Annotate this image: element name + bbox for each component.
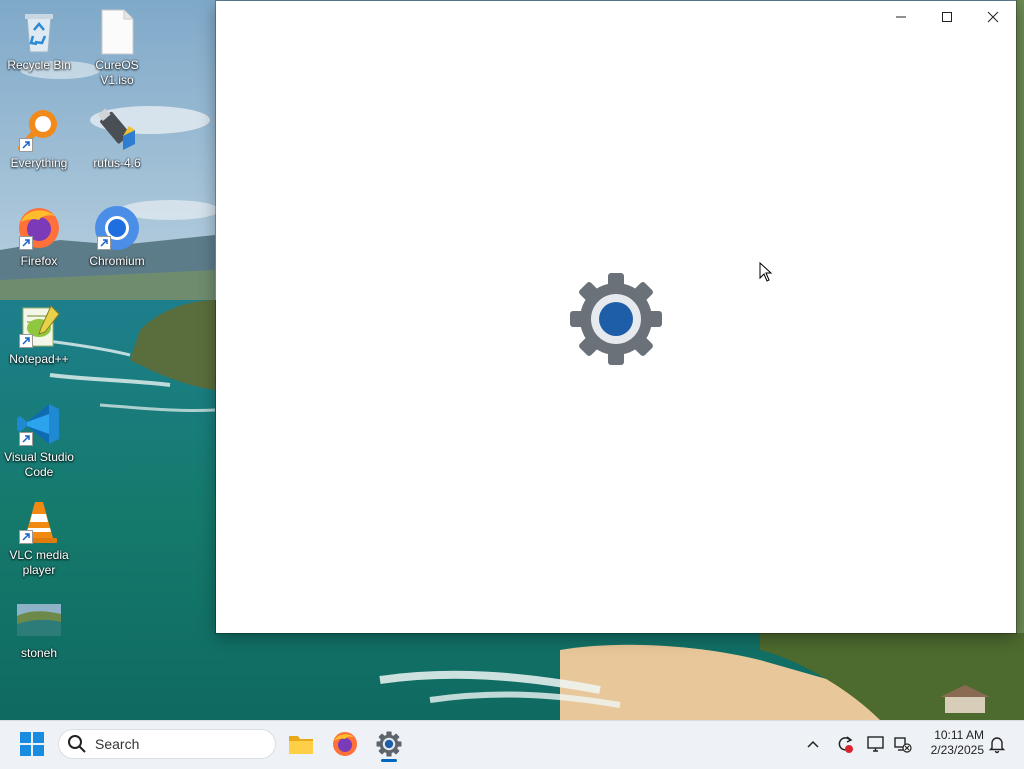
clock-date: 2/23/2025 [930,743,984,757]
shortcut-arrow-icon [97,236,111,250]
desktop-icon-recycle-bin[interactable]: Recycle Bin [0,8,78,73]
tray-display[interactable] [866,734,886,754]
desktop-icon-label: Visual Studio Code [4,450,74,479]
file-icon [93,8,141,56]
everything-search-icon [15,106,63,154]
taskbar-firefox[interactable] [325,724,365,764]
vscode-icon [15,400,63,448]
desktop-icon-label: Firefox [20,254,58,268]
display-icon [867,736,884,752]
desktop-icon-stoneh[interactable]: stoneh [0,596,78,661]
settings-splash-gear [566,269,666,369]
desktop-icon-cureos-iso[interactable]: CureOS V1.iso [78,8,156,88]
settings-gear-icon [376,731,402,757]
vlc-icon [15,498,63,546]
taskbar-file-explorer[interactable] [281,724,321,764]
close-icon [987,11,999,23]
desktop-icon-firefox[interactable]: Firefox [0,204,78,269]
search-icon [68,735,86,753]
active-app-indicator [381,759,397,762]
taskbar-settings[interactable] [369,724,409,764]
chromium-icon [93,204,141,252]
shortcut-arrow-icon [19,138,33,152]
desktop-icon-chromium[interactable]: Chromium [78,204,156,269]
search-placeholder: Search [95,736,140,752]
file-explorer-icon [289,736,313,754]
show-hidden-icons-button[interactable] [803,734,823,754]
desktop-icon-everything[interactable]: Everything [0,106,78,171]
notepad-plus-plus-icon [15,302,63,350]
shortcut-arrow-icon [19,432,33,446]
minimize-button[interactable] [878,1,924,33]
shortcut-arrow-icon [19,236,33,250]
close-button[interactable] [970,1,1016,33]
desktop-icon-label: stoneh [20,646,58,660]
minimize-icon [896,16,906,18]
desktop-icon-label: rufus-4.6 [93,156,141,170]
network-off-icon [894,737,912,753]
mouse-cursor-icon [759,262,773,282]
desktop-icon-label: Recycle Bin [7,58,71,72]
maximize-button[interactable] [924,1,970,33]
desktop-icon-label: CureOS V1.iso [95,58,139,87]
desktop-icon-label: Chromium [89,254,145,268]
firefox-icon [333,732,357,756]
windows-start-icon [20,732,44,756]
start-button[interactable] [12,724,52,764]
usb-drive-icon [93,106,141,154]
firefox-icon [15,204,63,252]
desktop-icon-label: Notepad++ [9,352,69,366]
sync-icon [838,736,853,753]
taskbar-search-box[interactable]: Search [58,729,276,759]
notifications-button[interactable] [987,734,1007,754]
shortcut-arrow-icon [19,530,33,544]
tray-sync[interactable] [835,734,855,754]
desktop-icon-rufus[interactable]: rufus-4.6 [78,106,156,171]
desktop-icon-label: Everything [10,156,68,170]
desktop-icon-vscode[interactable]: Visual Studio Code [0,400,78,480]
settings-gear-icon [570,273,662,365]
clock-time: 10:11 AM [934,728,984,742]
desktop-icon-vlc[interactable]: VLC media player [0,498,78,578]
chevron-up-icon [807,740,819,748]
notification-bell-icon [988,737,1006,754]
desktop-icon-notepad-plus-plus[interactable]: Notepad++ [0,302,78,367]
image-thumbnail-icon [15,596,63,644]
settings-window[interactable] [216,1,1016,633]
maximize-icon [942,12,952,22]
taskbar-clock[interactable]: 10:11 AM 2/23/2025 [918,728,984,758]
shortcut-arrow-icon [19,334,33,348]
tray-network[interactable] [893,734,913,754]
recycle-bin-icon [15,8,63,56]
desktop-icon-label: VLC media player [9,548,69,577]
